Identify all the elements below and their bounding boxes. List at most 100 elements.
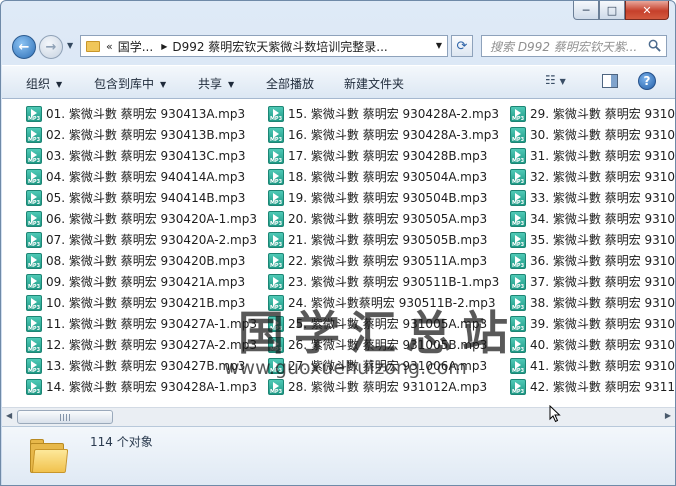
breadcrumb-separator[interactable]: ▶ [161, 42, 167, 51]
mp3-file-icon [268, 210, 284, 227]
organize-menu[interactable]: 组织 ▼ [26, 75, 62, 92]
mp3-file-icon [268, 147, 284, 164]
scroll-right-button[interactable]: ▶ [665, 411, 671, 420]
mp3-file-icon [510, 378, 526, 395]
file-name: 20. 紫微斗數 蔡明宏 930505A.mp3 [288, 212, 488, 226]
file-item[interactable]: 28. 紫微斗數 蔡明宏 931012A.mp3 [268, 376, 499, 397]
include-in-library-menu[interactable]: 包含到库中 ▼ [94, 75, 166, 92]
file-item[interactable]: 15. 紫微斗數 蔡明宏 930428A-2.mp3 [268, 103, 499, 124]
file-item[interactable]: 17. 紫微斗數 蔡明宏 930428B.mp3 [268, 145, 499, 166]
file-item[interactable]: 42. 紫微斗數 蔡明宏 9311 [510, 376, 675, 397]
play-all-button[interactable]: 全部播放 [266, 75, 314, 92]
file-name: 10. 紫微斗數 蔡明宏 930421B.mp3 [46, 296, 246, 310]
file-item[interactable]: 29. 紫微斗數 蔡明宏 9310 [510, 103, 675, 124]
share-menu[interactable]: 共享 ▼ [198, 75, 234, 92]
mp3-file-icon [26, 315, 42, 332]
mp3-file-icon [510, 147, 526, 164]
close-button[interactable]: ✕ [625, 1, 669, 20]
file-name: 06. 紫微斗數 蔡明宏 930420A-1.mp3 [46, 212, 258, 226]
file-item[interactable]: 07. 紫微斗數 蔡明宏 930420A-2.mp3 [26, 229, 257, 250]
file-item[interactable]: 33. 紫微斗數 蔡明宏 9310 [510, 187, 675, 208]
chevron-down-icon: ▼ [228, 80, 235, 89]
mp3-file-icon [510, 189, 526, 206]
file-item[interactable]: 10. 紫微斗數 蔡明宏 930421B.mp3 [26, 292, 257, 313]
file-item[interactable]: 13. 紫微斗數 蔡明宏 930427B.mp3 [26, 355, 257, 376]
search-box[interactable]: 搜索 D992 蔡明宏钦天紫... [481, 35, 667, 57]
share-label: 共享 [198, 77, 223, 91]
organize-label: 组织 [26, 77, 51, 91]
change-view-button[interactable]: ☷ ▼ [545, 73, 566, 87]
command-bar: 组织 ▼ 包含到库中 ▼ 共享 ▼ 全部播放 新建文件夹 ☷ ▼ ? [2, 65, 675, 99]
file-item[interactable]: 39. 紫微斗數 蔡明宏 9310 [510, 313, 675, 334]
file-name: 38. 紫微斗數 蔡明宏 9310 [530, 296, 676, 310]
forward-button[interactable]: → [39, 35, 63, 59]
file-item[interactable]: 03. 紫微斗數 蔡明宏 930413C.mp3 [26, 145, 257, 166]
file-item[interactable]: 40. 紫微斗數 蔡明宏 9310 [510, 334, 675, 355]
file-item[interactable]: 32. 紫微斗數 蔡明宏 9310 [510, 166, 675, 187]
horizontal-scrollbar[interactable]: ◀ ▶ [2, 407, 675, 426]
file-item[interactable]: 05. 紫微斗數 蔡明宏 940414B.mp3 [26, 187, 257, 208]
help-button[interactable]: ? [638, 72, 656, 90]
file-item[interactable]: 35. 紫微斗數 蔡明宏 9310 [510, 229, 675, 250]
file-name: 41. 紫微斗數 蔡明宏 9310 [530, 359, 676, 373]
breadcrumb-parent[interactable]: 国学... [118, 38, 153, 55]
file-item[interactable]: 08. 紫微斗數 蔡明宏 930420B.mp3 [26, 250, 257, 271]
file-list[interactable]: 01. 紫微斗數 蔡明宏 930413A.mp3 02. 紫微斗數 蔡明宏 930… [2, 99, 675, 426]
file-item[interactable]: 37. 紫微斗數 蔡明宏 9310 [510, 271, 675, 292]
refresh-button[interactable]: ⟳ [451, 35, 473, 57]
file-item[interactable]: 21. 紫微斗數 蔡明宏 930505B.mp3 [268, 229, 499, 250]
file-item[interactable]: 04. 紫微斗數 蔡明宏 940414A.mp3 [26, 166, 257, 187]
file-item[interactable]: 23. 紫微斗數 蔡明宏 930511B-1.mp3 [268, 271, 499, 292]
file-item[interactable]: 18. 紫微斗數 蔡明宏 930504A.mp3 [268, 166, 499, 187]
scrollbar-thumb[interactable] [17, 410, 113, 424]
back-button[interactable]: ← [12, 35, 36, 59]
maximize-button[interactable]: □ [599, 1, 625, 20]
file-name: 34. 紫微斗數 蔡明宏 9310 [530, 212, 676, 226]
refresh-icon: ⟳ [456, 38, 468, 54]
file-item[interactable]: 14. 紫微斗數 蔡明宏 930428A-1.mp3 [26, 376, 257, 397]
file-item[interactable]: 01. 紫微斗數 蔡明宏 930413A.mp3 [26, 103, 257, 124]
watermark-title: 国学汇总站 [238, 306, 518, 360]
minimize-button[interactable]: ─ [573, 1, 599, 20]
new-folder-button[interactable]: 新建文件夹 [344, 75, 404, 92]
file-name: 36. 紫微斗數 蔡明宏 9310 [530, 254, 676, 268]
scroll-left-button[interactable]: ◀ [6, 411, 12, 420]
file-item[interactable]: 02. 紫微斗數 蔡明宏 930413B.mp3 [26, 124, 257, 145]
preview-pane-button[interactable] [602, 74, 618, 88]
file-item[interactable]: 38. 紫微斗數 蔡明宏 9310 [510, 292, 675, 313]
overflow-chevron[interactable]: « [106, 40, 113, 53]
mp3-file-icon [510, 252, 526, 269]
file-item[interactable]: 41. 紫微斗數 蔡明宏 9310 [510, 355, 675, 376]
file-name: 07. 紫微斗數 蔡明宏 930420A-2.mp3 [46, 233, 258, 247]
file-item[interactable]: 22. 紫微斗數 蔡明宏 930511A.mp3 [268, 250, 499, 271]
chevron-down-icon: ▼ [56, 80, 63, 89]
mp3-file-icon [268, 189, 284, 206]
file-item[interactable]: 34. 紫微斗數 蔡明宏 9310 [510, 208, 675, 229]
mp3-file-icon [510, 210, 526, 227]
file-name: 17. 紫微斗數 蔡明宏 930428B.mp3 [288, 149, 488, 163]
file-item[interactable]: 30. 紫微斗數 蔡明宏 9310 [510, 124, 675, 145]
search-icon[interactable] [648, 39, 661, 52]
mp3-file-icon [268, 126, 284, 143]
file-name: 16. 紫微斗數 蔡明宏 930428A-3.mp3 [288, 128, 500, 142]
address-bar[interactable]: « 国学... ▶ D992 蔡明宏钦天紫微斗数培训完整录... ▼ [80, 35, 448, 57]
breadcrumb-current[interactable]: D992 蔡明宏钦天紫微斗数培训完整录... [172, 38, 387, 55]
file-name: 29. 紫微斗數 蔡明宏 9310 [530, 107, 676, 121]
address-dropdown[interactable]: ▼ [436, 41, 442, 50]
file-item[interactable]: 20. 紫微斗數 蔡明宏 930505A.mp3 [268, 208, 499, 229]
mp3-file-icon [26, 126, 42, 143]
file-item[interactable]: 09. 紫微斗數 蔡明宏 930421A.mp3 [26, 271, 257, 292]
recent-pages-dropdown[interactable]: ▼ [67, 41, 73, 50]
file-item[interactable]: 12. 紫微斗數 蔡明宏 930427A-2.mp3 [26, 334, 257, 355]
file-item[interactable]: 11. 紫微斗數 蔡明宏 930427A-1.mp3 [26, 313, 257, 334]
file-name: 03. 紫微斗數 蔡明宏 930413C.mp3 [46, 149, 246, 163]
file-name: 40. 紫微斗數 蔡明宏 9310 [530, 338, 676, 352]
chevron-down-icon: ▼ [559, 77, 566, 86]
file-item[interactable]: 06. 紫微斗數 蔡明宏 930420A-1.mp3 [26, 208, 257, 229]
file-item[interactable]: 31. 紫微斗數 蔡明宏 9310 [510, 145, 675, 166]
file-item[interactable]: 36. 紫微斗數 蔡明宏 9310 [510, 250, 675, 271]
file-item[interactable]: 16. 紫微斗數 蔡明宏 930428A-3.mp3 [268, 124, 499, 145]
file-item[interactable]: 19. 紫微斗數 蔡明宏 930504B.mp3 [268, 187, 499, 208]
search-input[interactable]: 搜索 D992 蔡明宏钦天紫... [482, 38, 642, 55]
mp3-file-icon [510, 168, 526, 185]
